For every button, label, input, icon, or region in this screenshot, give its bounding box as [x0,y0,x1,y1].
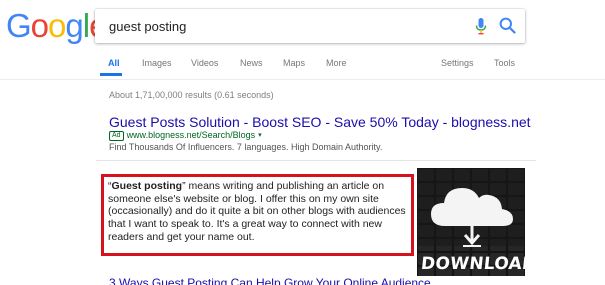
tab-maps[interactable]: Maps [283,56,305,70]
tab-tools[interactable]: Tools [494,56,515,70]
tab-all[interactable]: All [108,56,120,70]
search-tabs: All Images Videos News Maps More Setting… [0,56,605,76]
active-tab-indicator [100,73,122,76]
download-image[interactable]: DOWNLOAD [417,168,525,276]
ad-badge: Ad [109,131,124,141]
logo-letter-g: G [6,7,32,44]
search-box[interactable] [95,9,525,43]
tab-videos[interactable]: Videos [191,56,218,70]
featured-snippet-text: “Guest posting” means writing and publis… [108,180,413,244]
search-input[interactable] [109,17,449,35]
ad-title-link[interactable]: Guest Posts Solution - Boost SEO - Save … [109,114,531,131]
result-stats: About 1,71,00,000 results (0.61 seconds) [109,90,274,100]
google-logo[interactable]: Google [6,7,107,44]
tab-news[interactable]: News [240,56,263,70]
logo-letter-o1: o [30,7,49,44]
tabs-divider [0,79,605,80]
tab-settings[interactable]: Settings [441,56,474,70]
microphone-icon[interactable] [475,18,487,35]
snippet-bold-term: Guest posting [111,180,183,192]
ad-url[interactable]: www.blogness.net/Search/Blogs [127,130,256,140]
logo-letter-o2: o [48,7,66,44]
ad-url-row: Ad www.blogness.net/Search/Blogs ▾ [109,130,262,141]
section-divider [96,160,536,161]
result-title-link[interactable]: 3 Ways Guest Posting Can Help Grow Your … [109,276,431,285]
search-icon[interactable] [499,17,516,34]
chevron-down-icon[interactable]: ▾ [258,132,262,139]
tab-images[interactable]: Images [142,56,172,70]
ad-description: Find Thousands Of Influencers. 7 languag… [109,142,383,152]
download-label: DOWNLOAD [419,254,525,274]
tab-more[interactable]: More [326,56,347,70]
logo-letter-g2: g [65,7,83,44]
